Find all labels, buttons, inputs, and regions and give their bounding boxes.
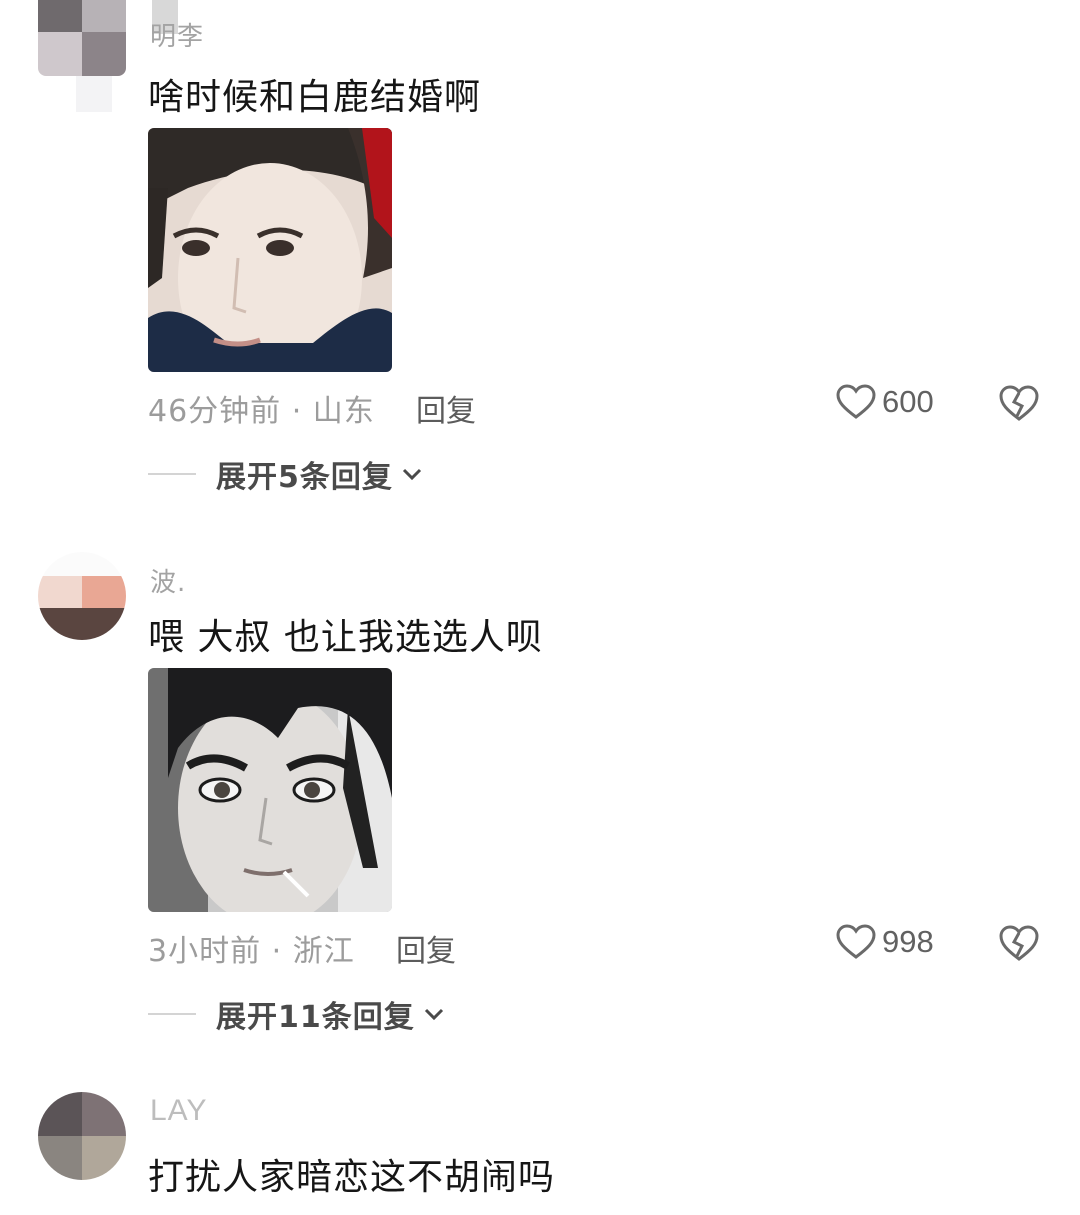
reply-button[interactable]: 回复 (396, 926, 456, 970)
username[interactable]: LAY (150, 1094, 207, 1128)
chevron-down-icon (402, 468, 421, 481)
heart-icon (836, 384, 876, 419)
animated-character-portrait (148, 668, 392, 912)
comment-photo[interactable] (148, 128, 392, 372)
divider-line (148, 473, 196, 475)
photo-of-young-man (148, 128, 392, 372)
expand-replies-button[interactable]: 展开11条回复 (148, 992, 445, 1036)
time-location: 46分钟前 · 山东 (148, 394, 375, 429)
broken-heart-icon[interactable] (998, 924, 1040, 962)
reply-button[interactable]: 回复 (416, 386, 476, 430)
divider-line (148, 1013, 196, 1015)
time-location: 3小时前 · 浙江 (148, 934, 355, 969)
like-button[interactable]: 600 (836, 384, 934, 420)
avatar[interactable] (38, 1092, 126, 1180)
avatar-mosaic (76, 76, 112, 112)
comment-photo[interactable] (148, 668, 392, 912)
expand-replies-label: 展开5条回复 (216, 460, 393, 495)
avatar[interactable] (38, 0, 126, 76)
comment-text: 啥时候和白鹿结婚啊 (148, 77, 482, 118)
like-count: 600 (882, 384, 934, 419)
expand-replies-button[interactable]: 展开5条回复 (148, 452, 423, 496)
heart-icon (836, 924, 876, 959)
avatar[interactable] (38, 552, 126, 640)
broken-heart-icon[interactable] (998, 384, 1040, 422)
chevron-down-icon (424, 1008, 443, 1021)
like-button[interactable]: 998 (836, 924, 934, 960)
comment-text: 喂 大叔 也让我选选人呗 (148, 617, 543, 658)
expand-replies-label: 展开11条回复 (216, 1000, 415, 1035)
like-count: 998 (882, 924, 934, 959)
username[interactable]: 波. (150, 562, 186, 599)
username[interactable]: 明李 (150, 16, 204, 53)
comment-text: 打扰人家暗恋这不胡闹吗 (148, 1157, 556, 1198)
